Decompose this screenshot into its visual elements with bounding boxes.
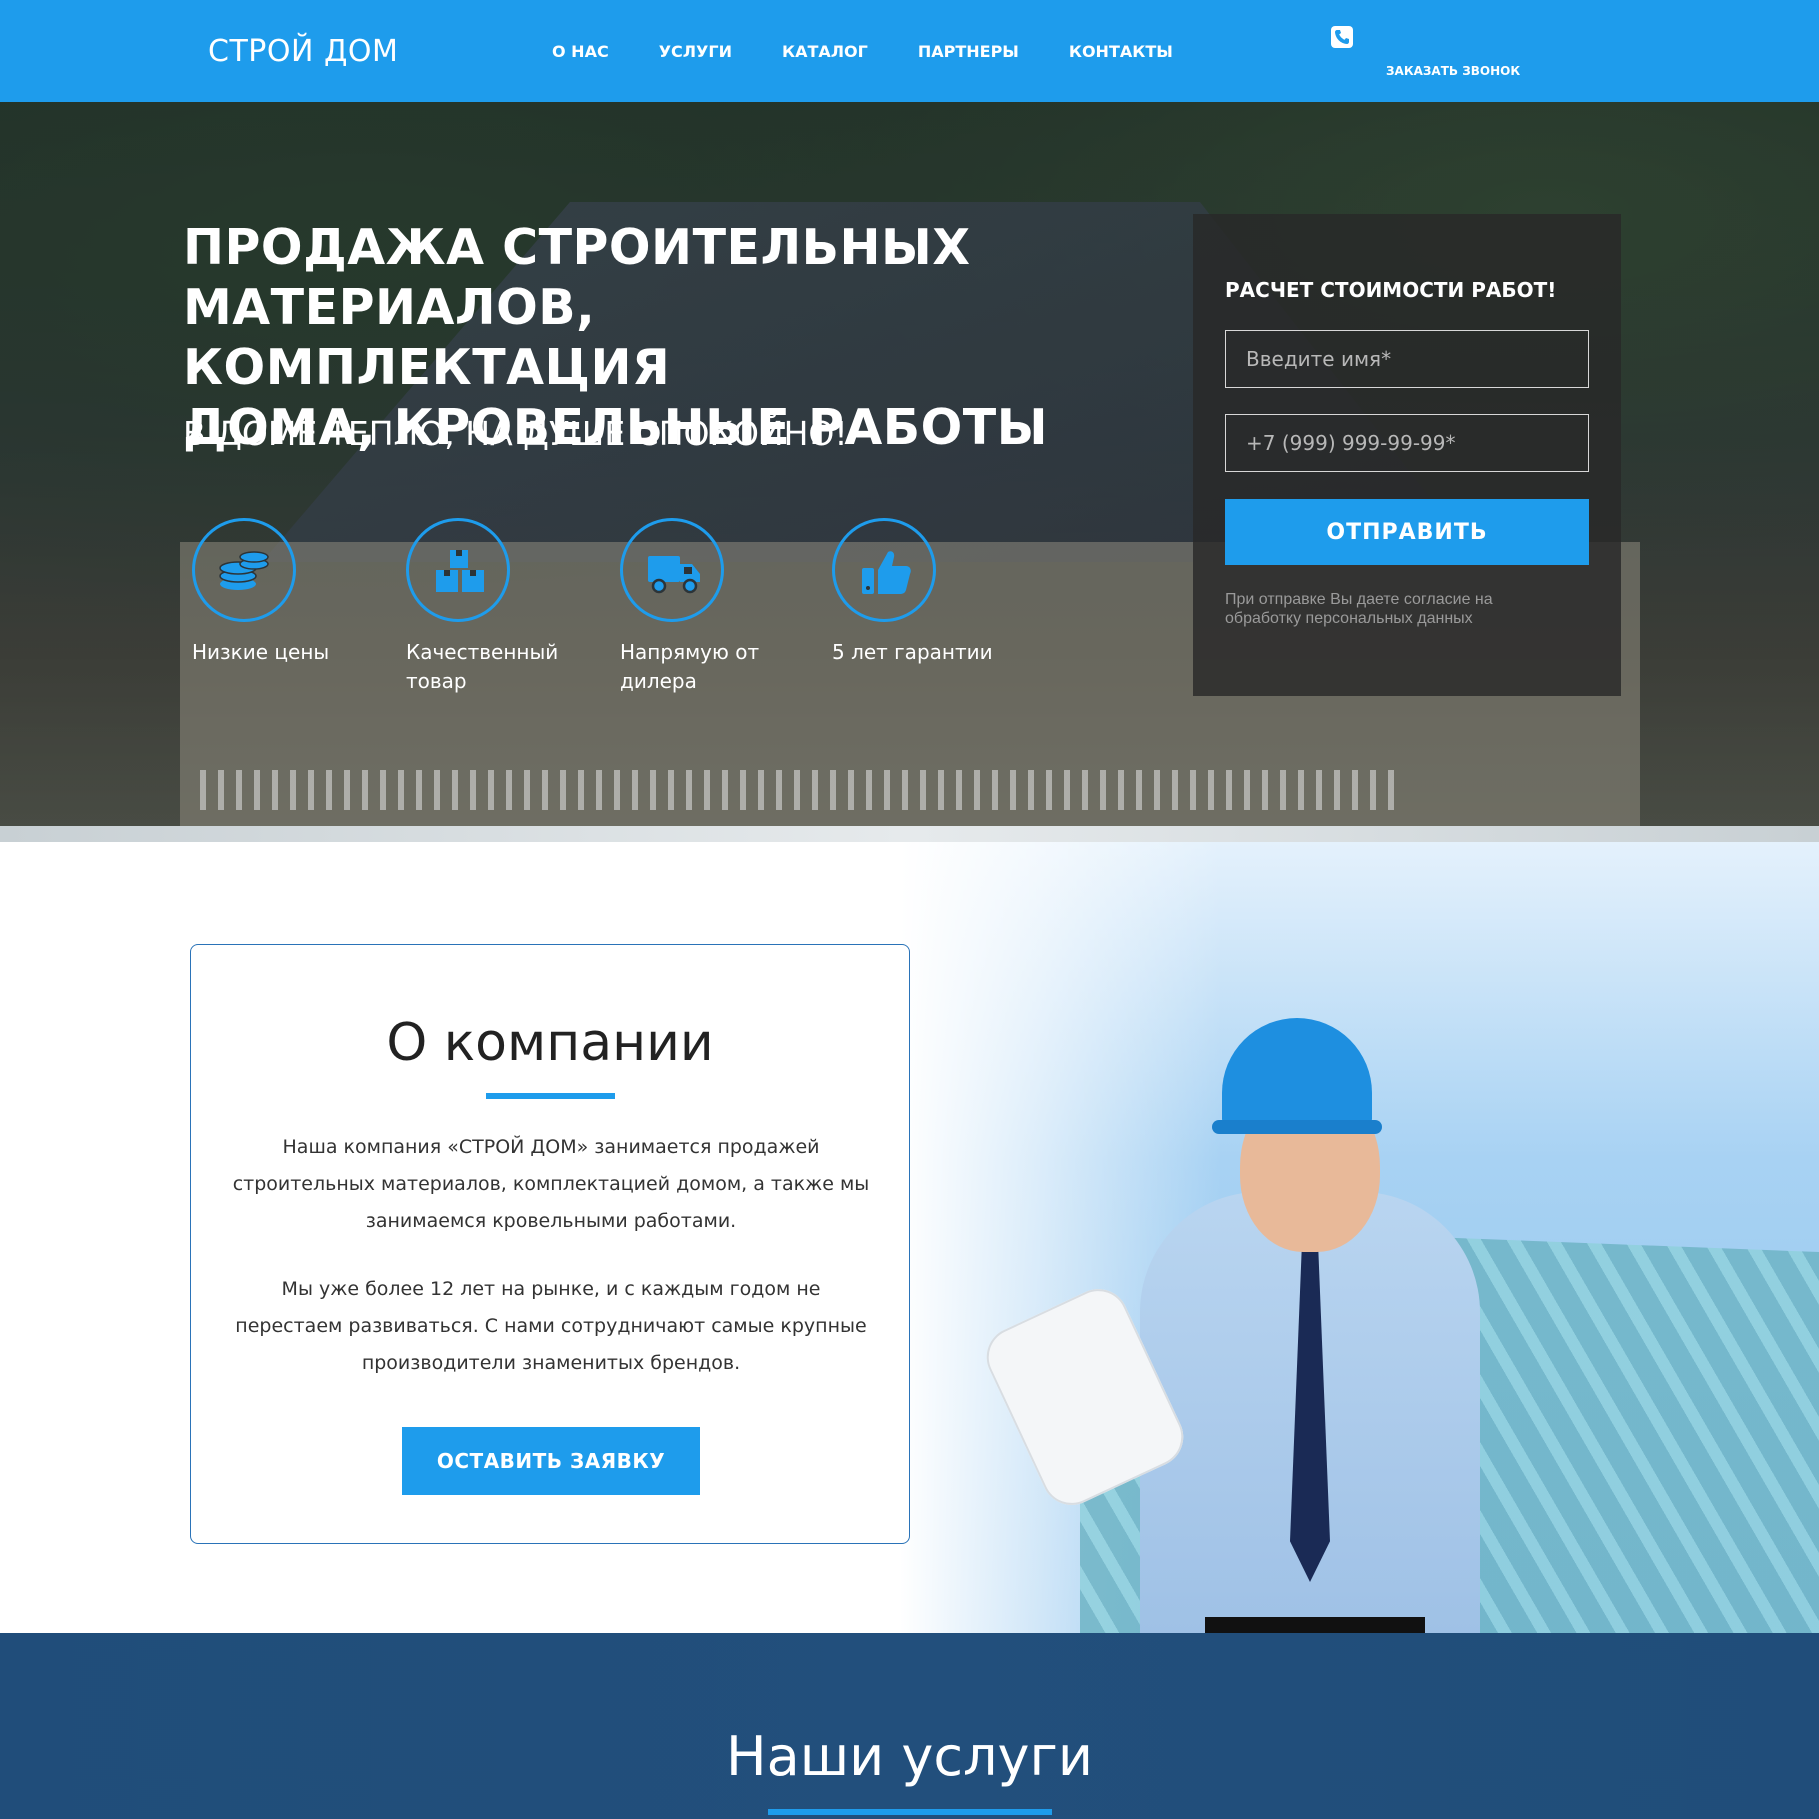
feature-label: 5 лет гарантии (832, 640, 993, 664)
feature-warranty: 5 лет гарантии (832, 518, 1012, 667)
about-paragraph: Наша компания «СТРОЙ ДОМ» занимается про… (232, 1136, 870, 1232)
nav-item-catalog[interactable]: КАТАЛОГ (782, 42, 868, 61)
about-card: О компании Наша компания «СТРОЙ ДОМ» зан… (190, 944, 910, 1544)
cost-calculation-form: РАСЧЕТ СТОИМОСТИ РАБОТ! ОТПРАВИТЬ При от… (1193, 214, 1621, 696)
nav-item-contacts[interactable]: КОНТАКТЫ (1069, 42, 1173, 61)
site-header: СТРОЙ ДОМ О НАС УСЛУГИ КАТАЛОГ ПАРТНЕРЫ … (0, 0, 1819, 102)
about-title: О компании (386, 1013, 714, 1073)
submit-button[interactable]: ОТПРАВИТЬ (1225, 499, 1589, 565)
coins-icon (192, 518, 296, 622)
nav-item-services[interactable]: УСЛУГИ (659, 42, 732, 61)
feature-quality-goods: Качественный товар (406, 518, 586, 696)
feature-low-prices: Низкие цены (192, 518, 372, 667)
order-call-link[interactable]: ЗАКАЗАТЬ ЗВОНОК (1386, 64, 1520, 78)
boxes-icon (406, 518, 510, 622)
consent-note: При отправке Вы даете согласие на обрабо… (1225, 591, 1493, 627)
hero-subtitle: В ДОМЕ ТЕПЛО, НА ДУШЕ СПОКОЙНО! (183, 414, 848, 453)
form-title: РАСЧЕТ СТОИМОСТИ РАБОТ! (1225, 278, 1557, 302)
services-title-underline (768, 1809, 1052, 1815)
thumbs-up-icon (832, 518, 936, 622)
hero-bottom-band (0, 826, 1819, 842)
services-section: Наши услуги (0, 1633, 1819, 1819)
site-logo[interactable]: СТРОЙ ДОМ (208, 34, 398, 69)
hero-section: ПРОДАЖА СТРОИТЕЛЬНЫХ МАТЕРИАЛОВ, КОМПЛЕК… (0, 102, 1819, 842)
leave-request-button[interactable]: ОСТАВИТЬ ЗАЯВКУ (402, 1427, 700, 1495)
about-section: О компании Наша компания «СТРОЙ ДОМ» зан… (0, 842, 1819, 1633)
about-paragraph: Мы уже более 12 лет на рынке, и с каждым… (235, 1278, 867, 1374)
nav-item-about[interactable]: О НАС (552, 42, 609, 61)
hero-title-line: МАТЕРИАЛОВ, КОМПЛЕКТАЦИЯ (183, 279, 671, 396)
about-photo-belt (1205, 1617, 1425, 1633)
hero-background-porch (200, 770, 1400, 810)
truck-icon (620, 518, 724, 622)
feature-label: Качественный товар (406, 640, 559, 693)
phone-input[interactable] (1225, 414, 1589, 472)
about-title-underline (486, 1093, 615, 1099)
feature-direct-dealer: Напрямую от дилера (620, 518, 800, 696)
name-input[interactable] (1225, 330, 1589, 388)
nav-item-partners[interactable]: ПАРТНЕРЫ (918, 42, 1019, 61)
services-title: Наши услуги (726, 1725, 1093, 1788)
feature-label: Напрямую от дилера (620, 640, 760, 693)
feature-label: Низкие цены (192, 640, 330, 664)
main-nav: О НАС УСЛУГИ КАТАЛОГ ПАРТНЕРЫ КОНТАКТЫ (552, 42, 1223, 61)
phone-icon[interactable] (1331, 26, 1353, 48)
hero-title-line: ПРОДАЖА СТРОИТЕЛЬНЫХ (183, 219, 971, 276)
